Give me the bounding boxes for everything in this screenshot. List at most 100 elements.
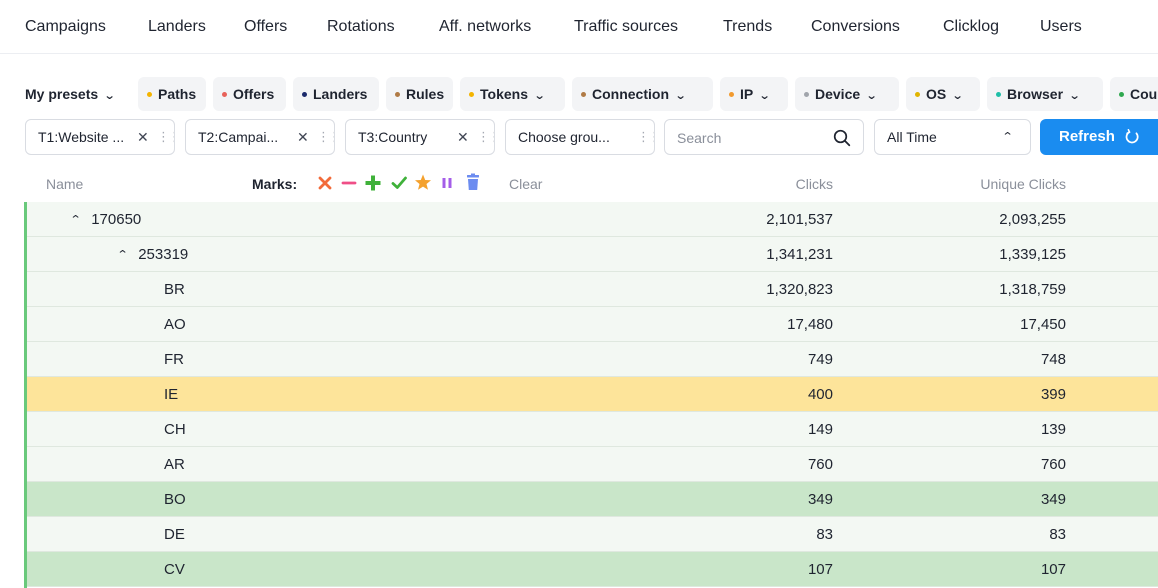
nav-aff-networks[interactable]: Aff. networks [439, 18, 531, 36]
column-header-name[interactable]: Name [46, 176, 83, 192]
table-row[interactable]: BO 349 349 [26, 482, 1158, 517]
collapse-caret-icon[interactable]: ⌃ [117, 248, 129, 261]
minus-mark-icon[interactable] [340, 172, 358, 192]
table-row[interactable]: AR 760 760 [26, 447, 1158, 482]
preset-chip-label: Landers [313, 86, 368, 102]
grouping-slot-2[interactable]: T2:Campai... ✕ ⋮⋮ [185, 119, 335, 155]
cell-clicks: 107 [807, 561, 833, 578]
color-dot-icon [729, 91, 734, 97]
pause-mark-icon[interactable] [438, 172, 456, 192]
color-dot-icon [147, 91, 152, 97]
chevron-down-icon: ⌄ [758, 90, 771, 102]
check-mark-icon[interactable] [390, 172, 408, 192]
nav-trends[interactable]: Trends [723, 18, 772, 36]
preset-chip[interactable]: Rules [386, 77, 453, 111]
preset-chip-label: Tokens [480, 86, 528, 102]
preset-chip[interactable]: Connection ⌄ [572, 77, 713, 111]
drag-handle-icon[interactable]: ⋮⋮ [317, 120, 334, 154]
table-row[interactable]: AO 17,480 17,450 [26, 307, 1158, 342]
cell-clicks: 2,101,537 [766, 211, 833, 228]
row-name: CH [164, 421, 186, 438]
cell-clicks: 17,480 [787, 316, 833, 333]
star-mark-icon[interactable] [414, 172, 432, 192]
marks-label: Marks: [252, 176, 298, 192]
table-row[interactable]: ⌃ 253319 1,341,231 1,339,125 [26, 237, 1158, 272]
my-presets-dropdown[interactable]: My presets ⌄ [25, 86, 116, 102]
chevron-down-icon: ⌄ [1068, 90, 1081, 102]
row-name-text: CV [164, 561, 185, 578]
chevron-down-icon: ⌄ [674, 90, 687, 102]
table-row[interactable]: BR 1,320,823 1,318,759 [26, 272, 1158, 307]
collapse-caret-icon[interactable]: ⌃ [70, 213, 82, 226]
row-name-text: CH [164, 421, 186, 438]
cell-unique-clicks: 349 [1040, 491, 1066, 508]
color-dot-icon [915, 91, 920, 97]
refresh-icon [1125, 129, 1139, 144]
row-name-text: 170650 [91, 211, 142, 228]
preset-chip[interactable]: OS ⌄ [906, 77, 980, 111]
row-name-text: IE [164, 386, 179, 403]
nav-landers[interactable]: Landers [148, 18, 206, 36]
close-icon[interactable]: ✕ [457, 120, 469, 154]
drag-handle-icon[interactable]: ⋮⋮ [157, 120, 174, 154]
color-dot-icon [222, 91, 227, 97]
preset-chip[interactable]: Paths [138, 77, 206, 111]
chevron-up-icon: ⌃ [1001, 131, 1014, 143]
nav-traffic-sources[interactable]: Traffic sources [574, 18, 678, 36]
table-header: Name Marks: Clear Clicks Unique Clicks [0, 168, 1158, 202]
drag-handle-icon[interactable]: ⋮⋮ [637, 120, 654, 154]
grouping-label: Choose grou... [518, 129, 610, 145]
chevron-down-icon: ⌄ [533, 90, 546, 102]
table-row[interactable]: IE 400 399 [26, 377, 1158, 412]
plus-mark-icon[interactable] [364, 172, 382, 192]
nav-campaigns[interactable]: Campaigns [25, 18, 106, 36]
grouping-slot-1[interactable]: T1:Website ... ✕ ⋮⋮ [25, 119, 175, 155]
table-row[interactable]: CH 149 139 [26, 412, 1158, 447]
grouping-slot-4[interactable]: Choose grou... ⋮⋮ [505, 119, 655, 155]
nav-users[interactable]: Users [1040, 18, 1082, 36]
preset-chip[interactable]: Browser ⌄ [987, 77, 1103, 111]
nav-clicklog[interactable]: Clicklog [943, 18, 999, 36]
preset-chip[interactable]: Offers [213, 77, 286, 111]
top-navigation: Campaigns Landers Offers Rotations Aff. … [0, 0, 1158, 54]
presets-bar: My presets ⌄ Paths Offers Landers Rules Token… [0, 77, 1158, 111]
preset-chip[interactable]: Cou [1110, 77, 1158, 111]
row-name-text: FR [164, 351, 184, 368]
cell-unique-clicks: 748 [1040, 351, 1066, 368]
preset-chip[interactable]: Landers [293, 77, 379, 111]
time-range-select[interactable]: All Time ⌃ [874, 119, 1031, 155]
preset-chip[interactable]: Tokens ⌄ [460, 77, 565, 111]
cell-unique-clicks: 399 [1040, 386, 1066, 403]
table-row[interactable]: CV 107 107 [26, 552, 1158, 587]
cell-clicks: 149 [807, 421, 833, 438]
x-mark-icon[interactable] [316, 172, 334, 192]
preset-chip[interactable]: IP ⌄ [720, 77, 788, 111]
color-dot-icon [395, 91, 400, 97]
nav-offers[interactable]: Offers [244, 18, 287, 36]
table-row[interactable]: DE 83 83 [26, 517, 1158, 552]
preset-chip[interactable]: Device ⌄ [795, 77, 899, 111]
cell-unique-clicks: 107 [1040, 561, 1066, 578]
column-header-clicks[interactable]: Clicks [796, 176, 833, 192]
grouping-slot-3[interactable]: T3:Country ✕ ⋮⋮ [345, 119, 495, 155]
close-icon[interactable]: ✕ [297, 120, 309, 154]
refresh-button[interactable]: Refresh [1040, 119, 1158, 155]
clear-marks-button[interactable]: Clear [509, 176, 542, 192]
cell-unique-clicks: 139 [1040, 421, 1066, 438]
table-row[interactable]: ⌃ 170650 2,101,537 2,093,255 [26, 202, 1158, 237]
column-header-unique-clicks[interactable]: Unique Clicks [980, 176, 1066, 192]
trash-mark-icon[interactable] [464, 172, 482, 192]
nav-rotations[interactable]: Rotations [327, 18, 395, 36]
cell-unique-clicks: 1,318,759 [999, 281, 1066, 298]
search-icon[interactable] [833, 129, 851, 147]
table-row[interactable]: FR 749 748 [26, 342, 1158, 377]
row-name: ⌃ 253319 [117, 246, 189, 263]
cell-clicks: 1,341,231 [766, 246, 833, 263]
search-input[interactable] [677, 128, 827, 148]
chevron-down-icon: ⌄ [103, 90, 116, 102]
close-icon[interactable]: ✕ [137, 120, 149, 154]
nav-conversions[interactable]: Conversions [811, 18, 900, 36]
drag-handle-icon[interactable]: ⋮⋮ [477, 120, 494, 154]
chevron-down-icon: ⌄ [865, 90, 878, 102]
cell-unique-clicks: 83 [1049, 526, 1066, 543]
